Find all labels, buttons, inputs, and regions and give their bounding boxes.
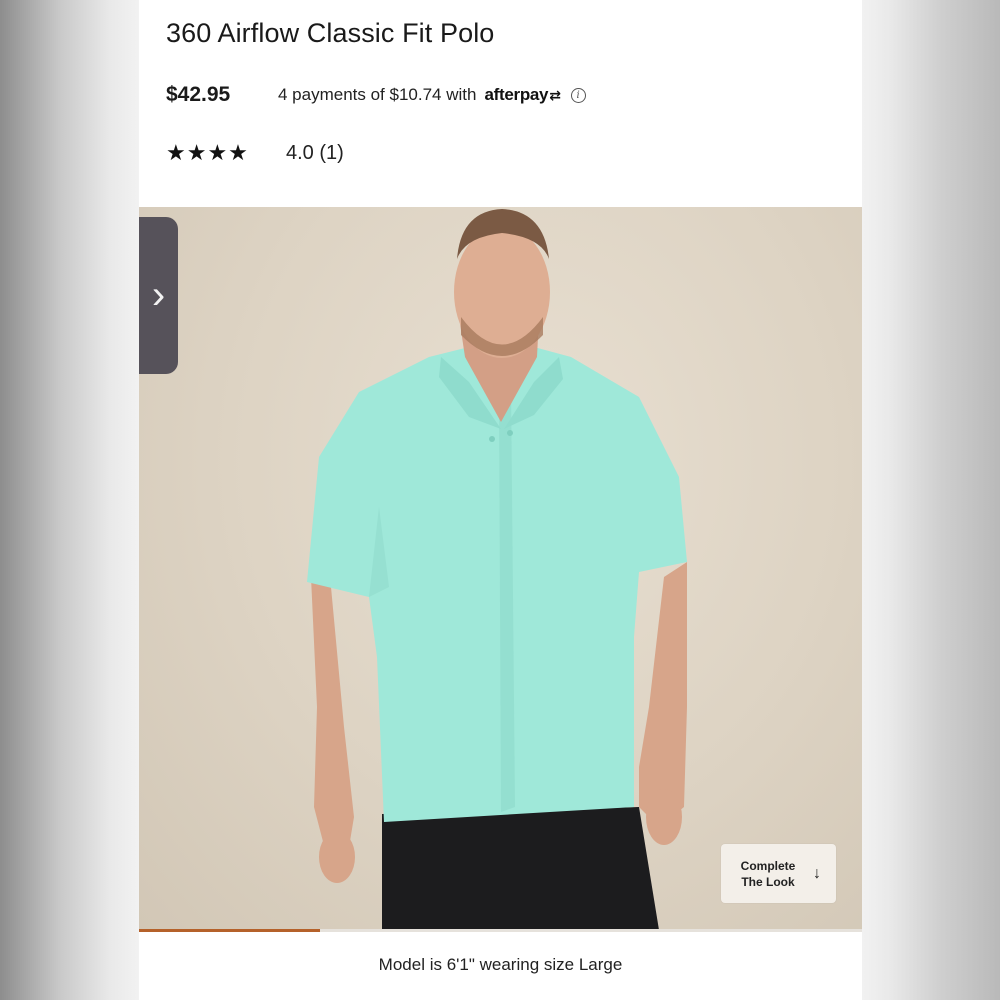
product-panel: 360 Airflow Classic Fit Polo $42.95 4 pa… — [139, 0, 862, 1000]
product-image-gallery[interactable]: › Complete The Look ↓ — [139, 207, 862, 930]
previous-image-button[interactable]: › — [139, 217, 178, 374]
product-price: $42.95 — [166, 83, 231, 106]
gallery-progress — [139, 929, 862, 932]
complete-look-line1: Complete — [740, 858, 796, 873]
chevron-right-icon: › — [151, 273, 166, 317]
price-row: $42.95 4 payments of $10.74 with afterpa… — [166, 80, 586, 110]
arrow-down-icon: ↓ — [813, 864, 821, 882]
star-rating: ★★★★ — [166, 140, 249, 165]
info-icon[interactable]: i — [570, 87, 586, 103]
model-size-caption: Model is 6'1" wearing size Large — [378, 955, 623, 974]
afterpay-arrows-icon: ⇄ — [549, 87, 561, 103]
complete-look-line2: The Look — [741, 874, 795, 889]
product-title: 360 Airflow Classic Fit Polo — [166, 18, 495, 48]
complete-the-look-label: Complete The Look — [737, 858, 799, 890]
afterpay-label: afterpay — [484, 85, 549, 104]
installments-text: 4 payments of $10.74 with — [278, 85, 477, 104]
complete-the-look-button[interactable]: Complete The Look ↓ — [721, 844, 836, 903]
rating-row[interactable]: ★★★★ 4.0 (1) — [166, 138, 344, 168]
afterpay-logo[interactable]: afterpay⇄ — [484, 85, 560, 105]
gallery-progress-fill — [139, 929, 320, 932]
rating-value: 4.0 (1) — [286, 141, 344, 164]
